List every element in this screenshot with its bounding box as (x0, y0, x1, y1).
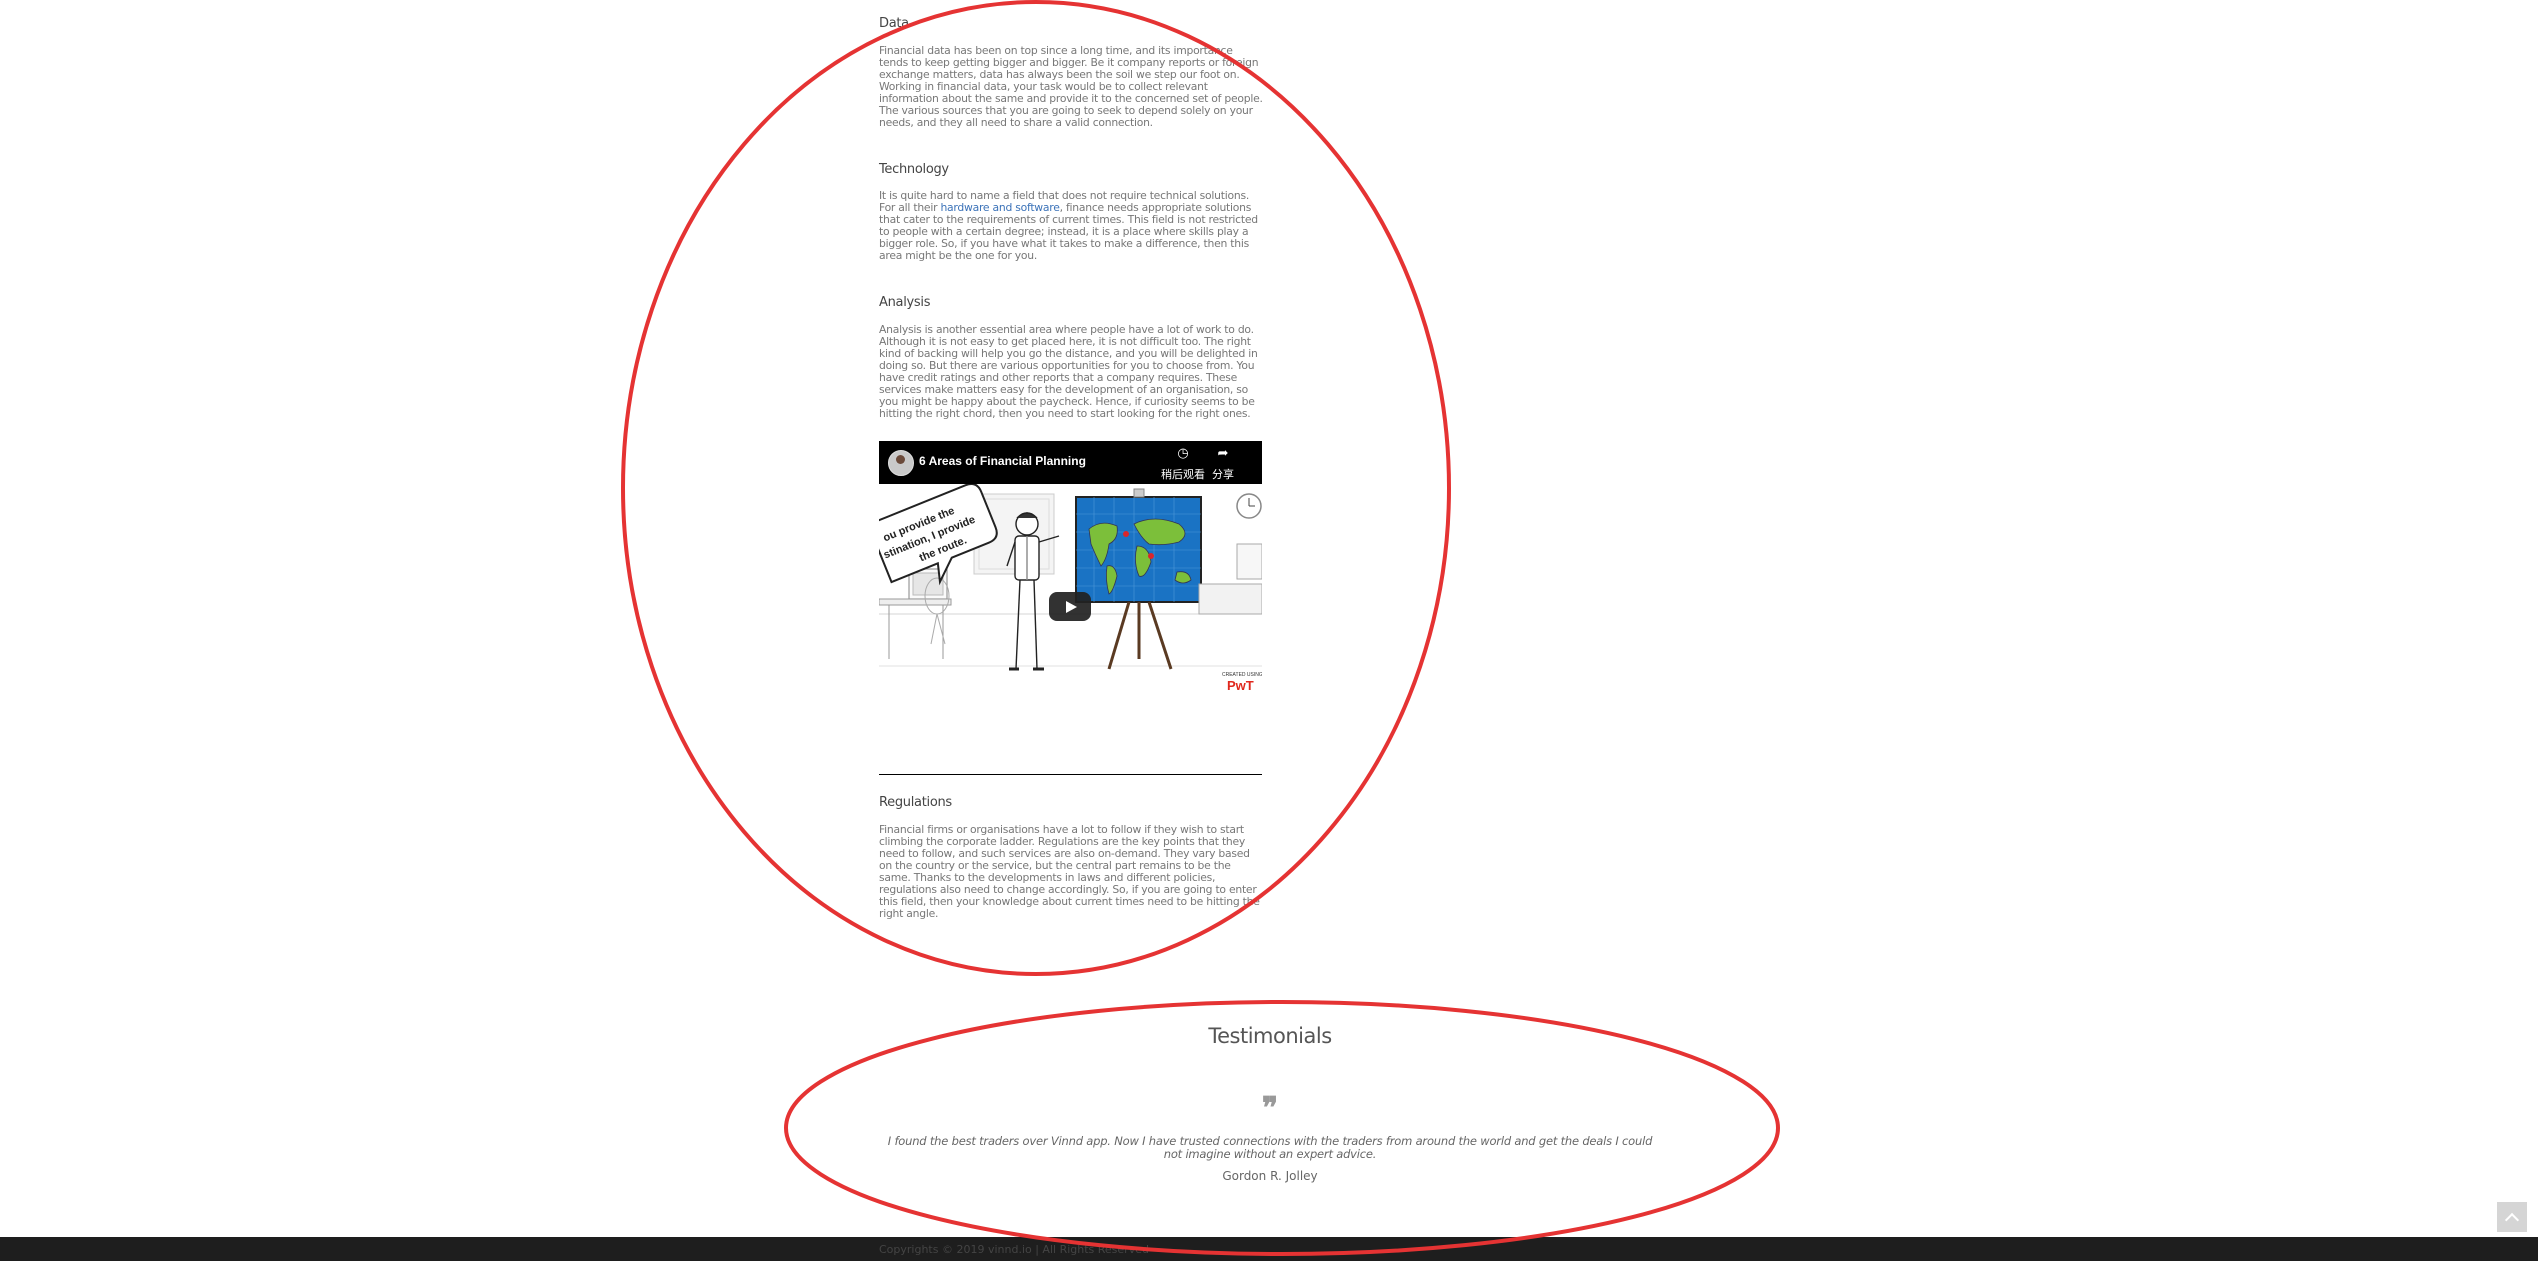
video-title[interactable]: 6 Areas of Financial Planning (919, 454, 1086, 468)
share-arrow-icon: ➦ (1217, 446, 1229, 461)
section-text-technology: It is quite hard to name a field that do… (879, 189, 1258, 263)
play-button[interactable] (1049, 592, 1091, 621)
video-scene-illustration: ou provide the stination, I provide the … (879, 484, 1262, 693)
hardware-software-link[interactable]: hardware and software (940, 201, 1059, 214)
testimonial-quote: I found the best traders over Vinnd app.… (887, 1134, 1653, 1161)
video-player[interactable]: ou provide the stination, I provide the … (879, 441, 1262, 775)
testimonial-author: Gordon R. Jolley (1222, 1169, 1318, 1183)
section-text-regulations: Financial firms or organisations have a … (879, 823, 1260, 921)
section-title-regulations: Regulations (879, 795, 952, 810)
section-text-analysis: Analysis is another essential area where… (879, 323, 1258, 421)
video-title-bar: 6 Areas of Financial Planning ◷ 稍后观看 ➦ 分… (879, 441, 1262, 484)
scroll-to-top-button[interactable] (2497, 1202, 2527, 1232)
section-text-data: Financial data has been on top since a l… (879, 44, 1263, 130)
annotation-overlay (621, 0, 1780, 1256)
share-button[interactable]: ➦ 分享 (1200, 446, 1246, 482)
section-title-technology: Technology (879, 162, 949, 177)
site-footer: Copyrights © 2019 vinnd.io | All Rights … (0, 1237, 2538, 1261)
video-thumbnail[interactable]: ou provide the stination, I provide the … (879, 484, 1262, 774)
quote-icon: ❞ (1261, 1091, 1279, 1126)
svg-text:PwT: PwT (1227, 678, 1254, 693)
copyright-text: Copyrights © 2019 vinnd.io | All Rights … (879, 1243, 1149, 1256)
testimonials-title: Testimonials (1208, 1024, 1332, 1048)
section-title-data: Data (879, 16, 909, 31)
channel-avatar[interactable] (888, 450, 914, 476)
section-title-analysis: Analysis (879, 295, 931, 310)
